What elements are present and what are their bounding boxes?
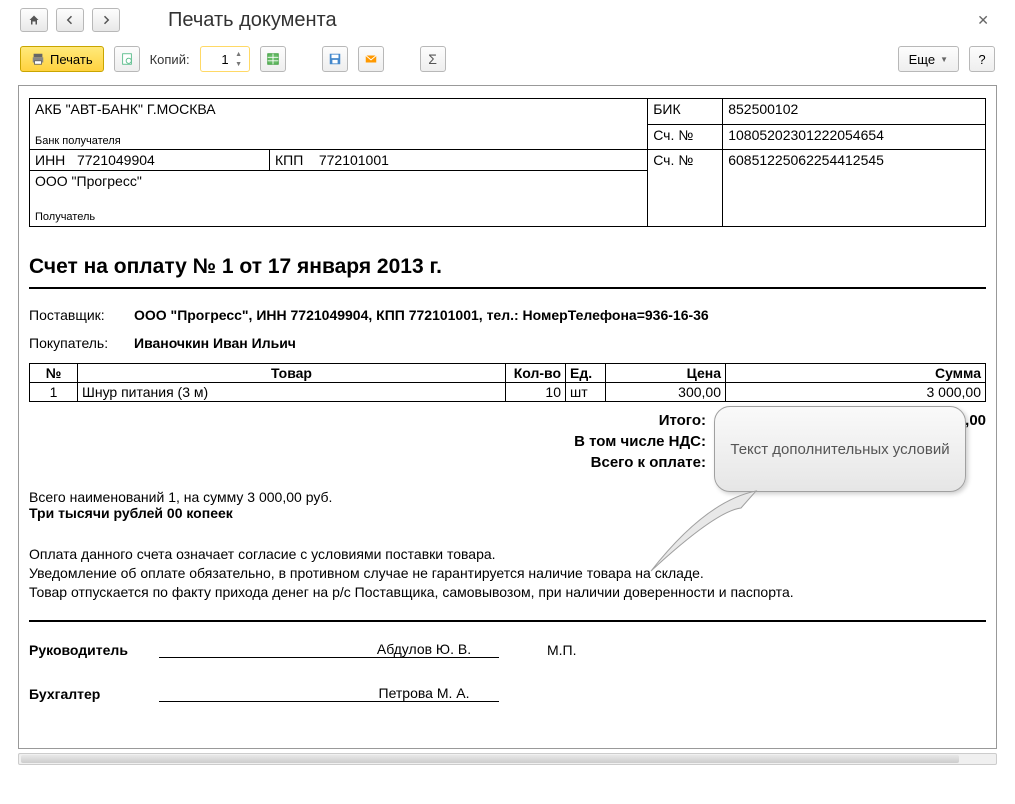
spin-down-icon[interactable]: ▼ [233, 59, 245, 69]
forward-button[interactable] [92, 8, 120, 32]
close-button[interactable]: ✕ [971, 12, 995, 29]
chevron-down-icon: ▼ [940, 55, 948, 64]
sig-acc-row: Бухгалтер Петрова М. А. [29, 684, 986, 702]
col-sum: Сумма [726, 364, 986, 383]
buyer-label: Покупатель: [29, 335, 134, 351]
col-num: № [30, 364, 78, 383]
print-label: Печать [50, 52, 93, 67]
home-button[interactable] [20, 8, 48, 32]
items-table: № Товар Кол-во Ед. Цена Сумма 1 Шнур пит… [29, 363, 986, 402]
acc-sign-line [159, 684, 349, 702]
document-area: АКБ "АВТ-БАНК" Г.МОСКВА Банк получателя … [18, 85, 997, 749]
cell-num: 1 [30, 383, 78, 402]
copies-label: Копий: [150, 52, 190, 67]
summary: Всего наименований 1, на сумму 3 000,00 … [29, 489, 986, 521]
head-name: Абдулов Ю. В. [349, 641, 499, 658]
copies-input[interactable] [201, 52, 231, 67]
more-label: Еще [909, 52, 935, 67]
bank-acc-value: 10805202301222054654 [723, 124, 986, 150]
callout: Текст дополнительных условий [714, 406, 966, 492]
arrow-right-icon [100, 14, 112, 26]
mp-label: М.П. [547, 642, 577, 658]
acc-label: Бухгалтер [29, 686, 159, 702]
printer-icon [31, 52, 45, 66]
payer-acc-label: Сч. № [648, 150, 723, 227]
copies-field[interactable]: ▲ ▼ [200, 46, 250, 72]
cell-unit: шт [566, 383, 606, 402]
horizontal-scrollbar[interactable] [18, 753, 997, 765]
buyer-row: Покупатель: Иваночкин Иван Ильич [29, 335, 986, 351]
sigma-icon: Σ [428, 51, 437, 67]
preview-icon [120, 52, 134, 66]
cell-price: 300,00 [606, 383, 726, 402]
help-button[interactable]: ? [969, 46, 995, 72]
kpp-value: 772101001 [319, 152, 389, 168]
back-button[interactable] [56, 8, 84, 32]
callout-text: Текст дополнительных условий [730, 441, 949, 458]
callout-tail-icon [646, 486, 766, 576]
recipient-label: Получатель [35, 211, 642, 223]
acc-name: Петрова М. А. [349, 685, 499, 702]
rule [29, 287, 986, 289]
more-button[interactable]: Еще ▼ [898, 46, 959, 72]
page-title: Печать документа [168, 9, 337, 32]
supplier-row: Поставщик: ООО "Прогресс", ИНН 772104990… [29, 307, 986, 323]
sig-rule [29, 620, 986, 622]
envelope-icon [364, 52, 378, 66]
payer-acc-value: 60851225062254412545 [723, 150, 986, 227]
col-unit: Ед. [566, 364, 606, 383]
email-button[interactable] [358, 46, 384, 72]
supplier-value: ООО "Прогресс", ИНН 7721049904, КПП 7721… [134, 307, 986, 323]
inn-value: 7721049904 [77, 152, 155, 168]
buyer-value: Иваночкин Иван Ильич [134, 335, 986, 351]
supplier-label: Поставщик: [29, 307, 134, 323]
sum-button[interactable]: Σ [420, 46, 446, 72]
terms: Оплата данного счета означает согласие с… [29, 545, 986, 602]
bik-value: 852500102 [723, 99, 986, 125]
summary-words: Три тысячи рублей 00 копеек [29, 505, 986, 521]
nds-label: В том числе НДС: [29, 433, 726, 450]
kpp-label: КПП [275, 152, 303, 168]
sig-head-row: Руководитель Абдулов Ю. В. М.П. [29, 640, 986, 658]
bik-label: БИК [648, 99, 723, 125]
header-bar: Печать документа ✕ [0, 0, 1015, 40]
inn-label: ИНН [35, 152, 65, 168]
help-label: ? [978, 52, 985, 67]
terms-l2: Уведомление об оплате обязательно, в про… [29, 564, 986, 583]
col-price: Цена [606, 364, 726, 383]
head-sign-line [159, 640, 349, 658]
col-name: Товар [78, 364, 506, 383]
floppy-icon [328, 52, 342, 66]
cell-sum: 3 000,00 [726, 383, 986, 402]
terms-l1: Оплата данного счета означает согласие с… [29, 545, 986, 564]
settings-button[interactable] [260, 46, 286, 72]
cell-qty: 10 [506, 383, 566, 402]
cell-name: Шнур питания (3 м) [78, 383, 506, 402]
table-row: 1 Шнур питания (3 м) 10 шт 300,00 3 000,… [30, 383, 986, 402]
home-icon [28, 14, 40, 26]
spin-up-icon[interactable]: ▲ [233, 49, 245, 59]
arrow-left-icon [64, 14, 76, 26]
bank-details-table: АКБ "АВТ-БАНК" Г.МОСКВА Банк получателя … [29, 98, 986, 227]
itogo-label: Итого: [29, 412, 726, 429]
vsego-label: Всего к оплате: [29, 454, 726, 471]
copies-spinner[interactable]: ▲ ▼ [233, 49, 245, 69]
preview-button[interactable] [114, 46, 140, 72]
save-button[interactable] [322, 46, 348, 72]
recipient-bank-label: Банк получателя [35, 135, 642, 147]
terms-l3: Товар отпускается по факту прихода денег… [29, 583, 986, 602]
bank-name: АКБ "АВТ-БАНК" Г.МОСКВА [35, 101, 642, 117]
bank-acc-label: Сч. № [648, 124, 723, 150]
scrollbar-thumb[interactable] [21, 755, 959, 763]
col-qty: Кол-во [506, 364, 566, 383]
table-icon [266, 52, 280, 66]
head-label: Руководитель [29, 642, 159, 658]
payer-name: ООО "Прогресс" [35, 173, 642, 189]
invoice-title: Счет на оплату № 1 от 17 января 2013 г. [29, 255, 986, 279]
print-button[interactable]: Печать [20, 46, 104, 72]
toolbar: Печать Копий: ▲ ▼ Σ Еще ▼ ? [0, 40, 1015, 83]
